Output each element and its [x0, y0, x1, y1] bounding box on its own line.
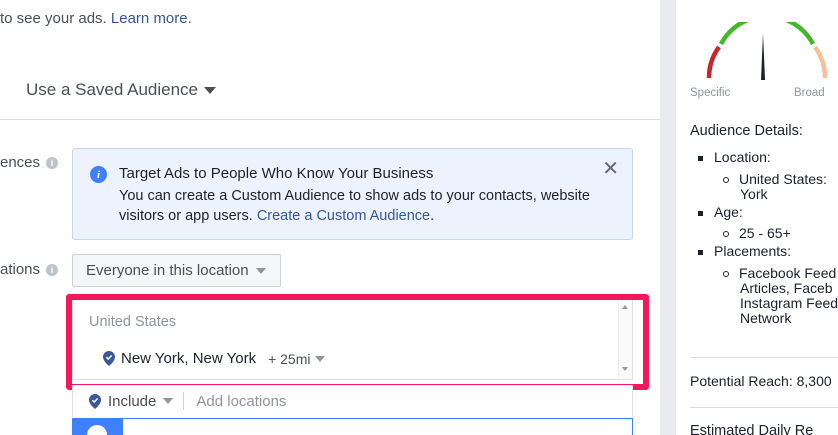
- placements-line-1: Facebook Feed: [723, 265, 836, 281]
- locations-label: ations i: [0, 261, 59, 278]
- notice-title: Target Ads to People Who Know Your Busin…: [119, 165, 434, 182]
- location-pin-icon: [89, 393, 101, 409]
- separator: [183, 392, 185, 410]
- notice-body-suffix: .: [430, 208, 435, 224]
- estimated-daily-results: Estimated Daily Re: [690, 423, 814, 435]
- location-detail-value-2: York: [740, 186, 768, 202]
- create-custom-audience-link[interactable]: Create a Custom Audience: [257, 208, 430, 224]
- side-divider: [690, 357, 838, 358]
- audience-details-title: Audience Details:: [690, 123, 803, 139]
- location-detail-value: United States:: [723, 171, 827, 187]
- gauge-broad-label: Broad: [794, 87, 825, 99]
- audience-definition-panel: Specific Broad Audience Details: Locatio…: [676, 0, 838, 435]
- map-preview[interactable]: [72, 418, 633, 435]
- info-icon[interactable]: i: [46, 263, 59, 276]
- learn-more-link[interactable]: Learn more.: [111, 10, 192, 27]
- bullet-icon: [723, 271, 729, 278]
- caret-down-icon: [255, 267, 266, 274]
- age-detail-label: Age:: [714, 204, 743, 220]
- potential-reach: Potential Reach: 8,300: [690, 373, 832, 389]
- section-divider: [0, 119, 660, 120]
- side-divider: [690, 407, 838, 408]
- info-icon[interactable]: i: [46, 156, 59, 169]
- age-detail-value: 25 - 65+: [723, 225, 791, 241]
- bullet-icon: [723, 231, 729, 238]
- map-marker-icon: [87, 425, 107, 435]
- placements-detail-label: Placements:: [714, 243, 792, 259]
- custom-audiences-label: ences i: [0, 154, 59, 171]
- map-control[interactable]: [73, 419, 123, 435]
- custom-audiences-label-text: ences: [0, 154, 41, 171]
- placements-line-3: Instagram Feed: [740, 295, 838, 311]
- location-type-value: Everyone in this location: [86, 262, 249, 279]
- saved-audience-label: Use a Saved Audience: [26, 80, 199, 99]
- include-row: Include: [72, 385, 633, 417]
- location-type-select[interactable]: Everyone in this location: [72, 254, 281, 287]
- notice-body: You can create a Custom Audience to show…: [119, 186, 599, 226]
- caret-down-icon: [204, 86, 217, 94]
- bullet-icon: [698, 155, 703, 161]
- location-detail-value-1: United States:: [739, 171, 827, 187]
- intro-text: to see your ads. Learn more.: [0, 10, 192, 27]
- audience-gauge-icon: [706, 22, 828, 80]
- info-icon: i: [90, 166, 107, 183]
- close-icon[interactable]: ✕: [602, 159, 619, 179]
- caret-down-icon: [163, 398, 174, 404]
- custom-audience-notice: i Target Ads to People Who Know Your Bus…: [72, 148, 633, 240]
- placements-detail: Placements:: [698, 243, 791, 259]
- intro-text-body: to see your ads.: [0, 10, 111, 27]
- placements-line-1-text: Facebook Feed: [739, 265, 837, 281]
- location-detail: Location:: [698, 149, 771, 165]
- locations-label-text: ations: [0, 261, 41, 278]
- placements-line-2: Articles, Faceb: [740, 280, 833, 296]
- gauge-specific-label: Specific: [690, 87, 731, 99]
- placements-line-4: Network: [740, 310, 792, 326]
- add-locations-input[interactable]: [196, 392, 497, 410]
- bullet-icon: [723, 177, 729, 184]
- bullet-icon: [698, 249, 703, 255]
- age-detail: Age:: [698, 204, 743, 220]
- audience-panel: to see your ads. Learn more. Use a Saved…: [0, 0, 660, 435]
- saved-audience-dropdown[interactable]: Use a Saved Audience: [26, 80, 217, 100]
- include-dropdown[interactable]: Include: [73, 392, 174, 410]
- location-detail-label: Location:: [714, 149, 771, 165]
- age-detail-value-text: 25 - 65+: [739, 225, 791, 241]
- panel-gutter: [660, 0, 676, 435]
- include-label: Include: [108, 392, 157, 410]
- highlight-annotation: [66, 294, 649, 390]
- bullet-icon: [698, 210, 703, 216]
